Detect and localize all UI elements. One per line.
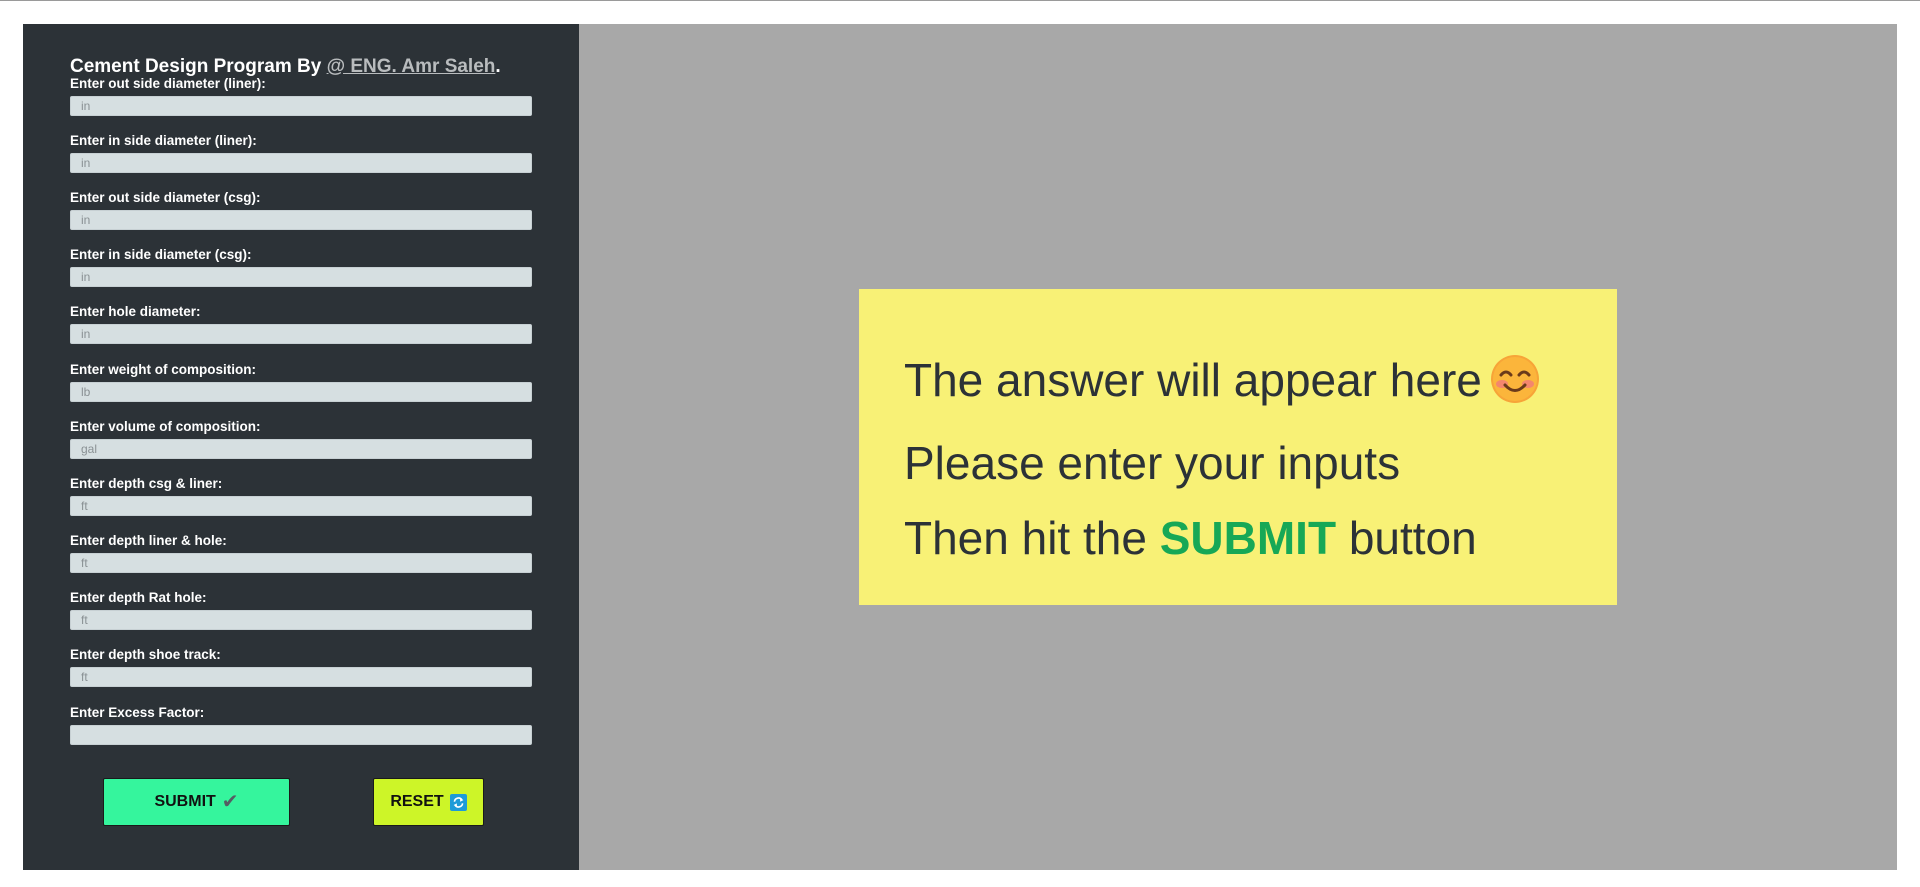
field-hole-diameter: Enter hole diameter:	[70, 304, 532, 344]
liner-od-input[interactable]	[70, 96, 532, 116]
composition-volume-input[interactable]	[70, 439, 532, 459]
field-label: Enter weight of composition:	[70, 362, 256, 377]
result-panel: The answer will appear here Please enter…	[579, 24, 1897, 870]
author-link[interactable]: @ ENG. Amr Saleh	[327, 56, 496, 77]
instruction-suffix: button	[1336, 512, 1477, 564]
field-label: Enter Excess Factor:	[70, 705, 205, 720]
answer-box: The answer will appear here Please enter…	[859, 289, 1617, 605]
field-composition-volume: Enter volume of composition:	[70, 419, 532, 459]
field-label: Enter depth csg & liner:	[70, 476, 223, 491]
top-border	[0, 0, 1920, 1]
depth-csg-liner-input[interactable]	[70, 496, 532, 516]
submit-highlight: SUBMIT	[1159, 512, 1337, 564]
field-label: Enter volume of composition:	[70, 419, 261, 434]
reset-button[interactable]: RESET	[373, 778, 484, 826]
instruction-prefix: Then hit the	[904, 512, 1160, 564]
liner-id-input[interactable]	[70, 153, 532, 173]
answer-placeholder-text: The answer will appear here	[904, 354, 1482, 406]
field-label: Enter depth Rat hole:	[70, 590, 207, 605]
field-label: Enter out side diameter (liner):	[70, 76, 266, 91]
field-label: Enter in side diameter (csg):	[70, 247, 252, 262]
title-period: .	[495, 56, 501, 77]
excess-factor-input[interactable]	[70, 725, 532, 745]
depth-liner-hole-input[interactable]	[70, 553, 532, 573]
depth-shoe-track-input[interactable]	[70, 667, 532, 687]
field-liner-od: Enter out side diameter (liner):	[70, 76, 532, 116]
reset-button-label: RESET	[390, 793, 444, 810]
field-csg-id: Enter in side diameter (csg):	[70, 247, 532, 287]
field-label: Enter in side diameter (liner):	[70, 133, 257, 148]
field-label: Enter depth liner & hole:	[70, 533, 227, 548]
field-depth-rat-hole: Enter depth Rat hole:	[70, 590, 532, 630]
field-label: Enter out side diameter (csg):	[70, 190, 261, 205]
smiling-face-icon	[1490, 351, 1540, 426]
field-liner-id: Enter in side diameter (liner):	[70, 133, 532, 173]
answer-line-1: The answer will appear here	[904, 343, 1617, 426]
submit-button-label: SUBMIT	[154, 793, 216, 810]
submit-button[interactable]: SUBMIT ✔	[103, 778, 290, 826]
page-title: Cement Design Program By @ ENG. Amr Sale…	[70, 56, 501, 78]
answer-line-3: Then hit the SUBMIT button	[904, 501, 1617, 576]
field-depth-liner-hole: Enter depth liner & hole:	[70, 533, 532, 573]
field-csg-od: Enter out side diameter (csg):	[70, 190, 532, 230]
answer-line-2: Please enter your inputs	[904, 437, 1401, 489]
field-excess-factor: Enter Excess Factor:	[70, 705, 532, 745]
field-depth-csg-liner: Enter depth csg & liner:	[70, 476, 532, 516]
hole-diameter-input[interactable]	[70, 324, 532, 344]
field-label: Enter hole diameter:	[70, 304, 201, 319]
csg-od-input[interactable]	[70, 210, 532, 230]
csg-id-input[interactable]	[70, 267, 532, 287]
field-label: Enter depth shoe track:	[70, 647, 221, 662]
check-icon: ✔	[221, 791, 239, 813]
input-sidebar: Cement Design Program By @ ENG. Amr Sale…	[23, 24, 579, 870]
depth-rat-hole-input[interactable]	[70, 610, 532, 630]
title-text: Cement Design Program By	[70, 56, 327, 77]
field-composition-weight: Enter weight of composition:	[70, 362, 532, 402]
field-depth-shoe-track: Enter depth shoe track:	[70, 647, 532, 687]
composition-weight-input[interactable]	[70, 382, 532, 402]
refresh-icon	[449, 793, 467, 811]
